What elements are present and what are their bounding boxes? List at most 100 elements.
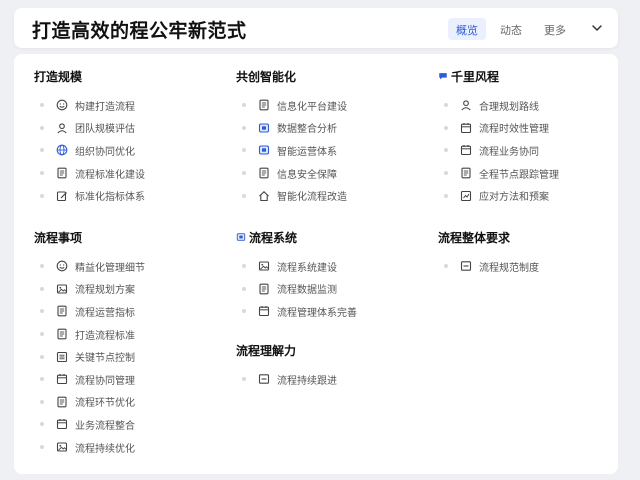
list-item[interactable]: 流程标准化建设 — [34, 162, 224, 185]
bullet-dot — [40, 332, 44, 337]
section-0: 打造规模 构建打造流程 团队规模评估组织协同优化流程标准化建设标准化指标体系 — [34, 68, 224, 207]
doc-icon — [57, 306, 67, 317]
user-icon — [57, 123, 67, 134]
list-item[interactable]: 流程数据监测 — [236, 278, 426, 301]
list-item[interactable]: 流程系统建设 — [236, 255, 426, 278]
list-item-label: 流程协同管理 — [75, 375, 135, 387]
chevron-down-icon[interactable] — [590, 21, 604, 35]
list-item[interactable]: 合理规划路线 — [438, 94, 628, 117]
list-item[interactable]: 构建打造流程 — [34, 94, 224, 117]
header-tabs: 概览 动态 更多 — [448, 18, 580, 40]
bullet-dot — [242, 193, 246, 198]
list-item-label: 流程标准化建设 — [75, 169, 145, 181]
list-item[interactable]: 流程规范制度 — [438, 255, 628, 278]
bullet-dot — [40, 422, 44, 427]
tab-2[interactable]: 动态 — [492, 18, 530, 40]
list-item-label: 流程规划方案 — [75, 285, 135, 297]
bullet-dot — [444, 125, 448, 130]
list-item-label: 智能化流程改造 — [277, 192, 347, 204]
list-item[interactable]: 流程环节优化 — [34, 391, 224, 414]
list-item-label: 全程节点跟踪管理 — [479, 169, 559, 181]
calendar-icon — [258, 306, 270, 317]
item-list: 流程持续跟进 — [236, 368, 426, 391]
calendar-icon — [56, 374, 68, 385]
section-title: 打造规模 — [34, 69, 83, 84]
doc-icon — [57, 396, 67, 408]
list-item-label: 合理规划路线 — [479, 101, 539, 113]
list-item[interactable]: 智能运营体系 — [236, 139, 426, 162]
list-item-label: 构建打造流程 — [75, 101, 135, 113]
list-item[interactable]: 流程持续跟进 — [236, 368, 426, 391]
list-item-label: 流程运营指标 — [75, 307, 135, 319]
image-icon — [56, 284, 68, 294]
section-title-text: 流程系统 — [249, 230, 298, 245]
list-item[interactable]: 团队规模评估 — [34, 117, 224, 140]
list-item-label: 流程持续跟进 — [277, 375, 337, 387]
list-item[interactable]: 数据整合分析 — [236, 117, 426, 140]
list-item[interactable]: 打造流程标准 — [34, 323, 224, 346]
bullet-dot — [40, 286, 44, 291]
list-item[interactable]: 组织协同优化 — [34, 139, 224, 162]
list-item-label: 流程规范制度 — [479, 262, 539, 274]
list-item-label: 流程环节优化 — [75, 398, 135, 410]
list-item-label: 数据整合分析 — [277, 124, 337, 136]
list-item-label: 关键节点控制 — [75, 353, 135, 365]
bullet-dot — [40, 264, 44, 269]
bullet-dot — [40, 377, 44, 382]
list-item[interactable]: 流程运营指标 — [34, 300, 224, 323]
list-item-label: 流程管理体系完善 — [277, 307, 357, 319]
list-item-label: 应对方法和预案 — [479, 192, 549, 204]
list-item-label: 流程持续优化 — [75, 443, 135, 455]
list-item[interactable]: 业务流程整合 — [34, 413, 224, 436]
bullet-dot — [40, 354, 44, 359]
list-item-label: 流程业务协同 — [479, 146, 539, 158]
section-title: 千里风程 — [438, 68, 628, 84]
bullet-dot — [40, 399, 44, 404]
list-item[interactable]: 流程管理体系完善 — [236, 300, 426, 323]
list-item[interactable]: 流程协同管理 — [34, 368, 224, 391]
bullet-dot — [242, 171, 246, 176]
list-item[interactable]: 精益化管理细节 — [34, 255, 224, 278]
globe-icon — [56, 145, 68, 156]
list-item[interactable]: 应对方法和预案 — [438, 184, 628, 207]
list-item-label: 精益化管理细节 — [75, 262, 145, 274]
section-1: 共创智能化 信息化平台建设 数据整合分析 智能运营体系 信息安全保障 智能化流程改造 — [236, 68, 426, 207]
bullet-dot — [242, 377, 246, 382]
item-list: 构建打造流程 团队规模评估组织协同优化流程标准化建设标准化指标体系 — [34, 94, 224, 207]
home-icon — [259, 190, 269, 201]
page-header: 打造高效的程公牢新范式 概览 动态 更多 — [14, 8, 618, 48]
tab-3[interactable]: 更多 — [536, 18, 574, 40]
bullet-dot — [242, 125, 246, 130]
bullet-dot — [40, 103, 44, 108]
smile-icon — [56, 99, 68, 111]
calendar-icon — [460, 122, 472, 133]
list-item[interactable]: 流程时效性管理 — [438, 117, 628, 140]
section-title: 流程理解力 — [236, 343, 297, 358]
bullet-dot — [40, 309, 44, 314]
doc-icon — [259, 283, 269, 295]
list-item-label: 团队规模评估 — [75, 124, 135, 136]
section-title: 流程整体要求 — [438, 230, 511, 245]
section-6: 流程理解力 流程持续跟进 — [236, 342, 426, 391]
edit-icon — [56, 191, 67, 201]
doc-icon — [57, 167, 67, 179]
section-2: 千里风程 合理规划路线 流程时效性管理 流程业务协同全程节点跟踪管理 应对方法和预案 — [438, 68, 628, 207]
chart-icon — [460, 190, 472, 201]
image-icon — [258, 261, 270, 271]
section-title: 流程事项 — [34, 230, 83, 245]
doc-icon — [461, 167, 471, 179]
list-item[interactable]: 全程节点跟踪管理 — [438, 162, 628, 185]
list-item[interactable]: 流程业务协同 — [438, 139, 628, 162]
list-item[interactable]: 信息化平台建设 — [236, 94, 426, 117]
list-item[interactable]: 关键节点控制 — [34, 345, 224, 368]
list-item[interactable]: 智能化流程改造 — [236, 184, 426, 207]
list-item[interactable]: 标准化指标体系 — [34, 184, 224, 207]
bullet-dot — [242, 103, 246, 108]
list-item-label: 流程时效性管理 — [479, 124, 549, 136]
doc-icon — [259, 167, 269, 179]
list-item[interactable]: 流程持续优化 — [34, 436, 224, 459]
tab-1[interactable]: 概览 — [448, 18, 486, 40]
list-item[interactable]: 流程规划方案 — [34, 278, 224, 301]
section-3: 流程事项 精益化管理细节 流程规划方案 流程运营指标打造流程标准关键节点控制 流程协同… — [34, 229, 224, 458]
list-item[interactable]: 信息安全保障 — [236, 162, 426, 185]
